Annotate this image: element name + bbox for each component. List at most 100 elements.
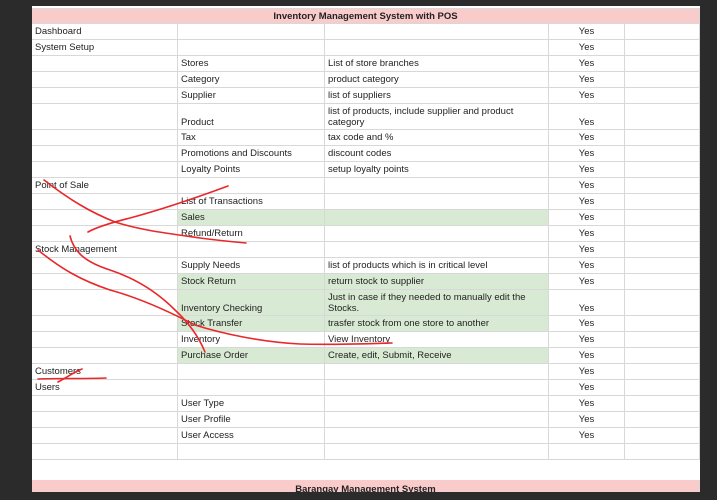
row-status-cell[interactable]: Yes xyxy=(549,274,625,290)
row-status-cell[interactable]: Yes xyxy=(549,364,625,380)
row-empty-cell[interactable] xyxy=(625,104,700,130)
row-empty-cell[interactable] xyxy=(625,226,700,242)
row-label-cell[interactable] xyxy=(32,226,178,242)
row-empty-cell[interactable] xyxy=(625,210,700,226)
row-label-cell[interactable] xyxy=(32,210,178,226)
row-empty-cell[interactable] xyxy=(625,396,700,412)
row-item-cell[interactable] xyxy=(178,24,325,40)
row-item-cell[interactable]: User Type xyxy=(178,396,325,412)
row-empty-cell[interactable] xyxy=(625,332,700,348)
sheet-title-cell[interactable]: Inventory Management System with POS xyxy=(32,8,700,24)
row-description-cell[interactable] xyxy=(325,428,549,444)
row-label-cell[interactable] xyxy=(32,316,178,332)
row-empty-cell[interactable] xyxy=(625,380,700,396)
row-empty-cell[interactable] xyxy=(625,72,700,88)
row-empty-cell[interactable] xyxy=(625,412,700,428)
row-label-cell[interactable] xyxy=(32,290,178,316)
row-empty-cell[interactable] xyxy=(625,146,700,162)
row-item-cell[interactable]: Inventory xyxy=(178,332,325,348)
row-description-cell[interactable]: list of products which is in critical le… xyxy=(325,258,549,274)
row-status-cell[interactable]: Yes xyxy=(549,210,625,226)
row-status-cell[interactable]: Yes xyxy=(549,178,625,194)
row-label-cell[interactable] xyxy=(32,348,178,364)
row-label-cell[interactable]: Stock Management xyxy=(32,242,178,258)
row-item-cell[interactable] xyxy=(178,40,325,56)
row-description-cell[interactable] xyxy=(325,24,549,40)
row-description-cell[interactable]: list of products, include supplier and p… xyxy=(325,104,549,130)
row-description-cell[interactable] xyxy=(325,412,549,428)
row-label-cell[interactable]: Point of Sale xyxy=(32,178,178,194)
row-empty-cell[interactable] xyxy=(625,274,700,290)
row-item-cell[interactable]: Stores xyxy=(178,56,325,72)
row-item-cell[interactable]: Inventory Checking xyxy=(178,290,325,316)
row-empty-cell[interactable] xyxy=(625,348,700,364)
row-label-cell[interactable]: Users xyxy=(32,380,178,396)
row-item-cell[interactable]: Refund/Return xyxy=(178,226,325,242)
row-item-cell[interactable] xyxy=(178,178,325,194)
row-label-cell[interactable] xyxy=(32,72,178,88)
row-item-cell[interactable]: Product xyxy=(178,104,325,130)
row-description-cell[interactable] xyxy=(325,364,549,380)
row-empty-cell[interactable] xyxy=(625,88,700,104)
row-item-cell[interactable]: Category xyxy=(178,72,325,88)
row-label-cell[interactable] xyxy=(32,412,178,428)
row-item-cell[interactable]: Stock Transfer xyxy=(178,316,325,332)
row-item-cell[interactable]: Sales xyxy=(178,210,325,226)
row-status-cell[interactable]: Yes xyxy=(549,104,625,130)
row-description-cell[interactable] xyxy=(325,380,549,396)
row-label-cell[interactable] xyxy=(32,444,178,460)
row-description-cell[interactable] xyxy=(325,40,549,56)
row-label-cell[interactable]: Dashboard xyxy=(32,24,178,40)
row-status-cell[interactable]: Yes xyxy=(549,348,625,364)
row-status-cell[interactable]: Yes xyxy=(549,40,625,56)
row-empty-cell[interactable] xyxy=(625,40,700,56)
row-status-cell[interactable]: Yes xyxy=(549,146,625,162)
row-description-cell[interactable] xyxy=(325,178,549,194)
row-description-cell[interactable] xyxy=(325,444,549,460)
row-status-cell[interactable]: Yes xyxy=(549,290,625,316)
row-status-cell[interactable]: Yes xyxy=(549,428,625,444)
row-label-cell[interactable] xyxy=(32,56,178,72)
row-item-cell[interactable]: Loyalty Points xyxy=(178,162,325,178)
row-description-cell[interactable]: discount codes xyxy=(325,146,549,162)
row-item-cell[interactable]: Supplier xyxy=(178,88,325,104)
row-status-cell[interactable]: Yes xyxy=(549,130,625,146)
row-description-cell[interactable] xyxy=(325,396,549,412)
row-label-cell[interactable] xyxy=(32,88,178,104)
row-description-cell[interactable]: View Inventory xyxy=(325,332,549,348)
row-item-cell[interactable] xyxy=(178,380,325,396)
row-label-cell[interactable] xyxy=(32,130,178,146)
row-description-cell[interactable]: setup loyalty points xyxy=(325,162,549,178)
row-label-cell[interactable] xyxy=(32,162,178,178)
row-label-cell[interactable] xyxy=(32,258,178,274)
row-status-cell[interactable]: Yes xyxy=(549,162,625,178)
row-item-cell[interactable]: Purchase Order xyxy=(178,348,325,364)
row-item-cell[interactable]: List of Transactions xyxy=(178,194,325,210)
row-description-cell[interactable] xyxy=(325,242,549,258)
row-empty-cell[interactable] xyxy=(625,428,700,444)
row-status-cell[interactable]: Yes xyxy=(549,194,625,210)
row-description-cell[interactable]: return stock to supplier xyxy=(325,274,549,290)
row-status-cell[interactable]: Yes xyxy=(549,332,625,348)
row-empty-cell[interactable] xyxy=(625,444,700,460)
row-status-cell[interactable]: Yes xyxy=(549,226,625,242)
row-label-cell[interactable] xyxy=(32,332,178,348)
footer-title-cell[interactable]: Barangay Management System xyxy=(32,480,700,492)
row-item-cell[interactable]: User Access xyxy=(178,428,325,444)
row-description-cell[interactable] xyxy=(325,194,549,210)
row-empty-cell[interactable] xyxy=(625,258,700,274)
row-description-cell[interactable]: List of store branches xyxy=(325,56,549,72)
row-empty-cell[interactable] xyxy=(625,364,700,380)
row-status-cell[interactable]: Yes xyxy=(549,396,625,412)
row-status-cell[interactable]: Yes xyxy=(549,258,625,274)
row-label-cell[interactable] xyxy=(32,194,178,210)
row-empty-cell[interactable] xyxy=(625,194,700,210)
row-status-cell[interactable]: Yes xyxy=(549,242,625,258)
row-status-cell[interactable] xyxy=(549,444,625,460)
row-status-cell[interactable]: Yes xyxy=(549,72,625,88)
row-item-cell[interactable] xyxy=(178,242,325,258)
row-status-cell[interactable]: Yes xyxy=(549,412,625,428)
row-description-cell[interactable] xyxy=(325,210,549,226)
row-label-cell[interactable] xyxy=(32,104,178,130)
row-label-cell[interactable] xyxy=(32,274,178,290)
